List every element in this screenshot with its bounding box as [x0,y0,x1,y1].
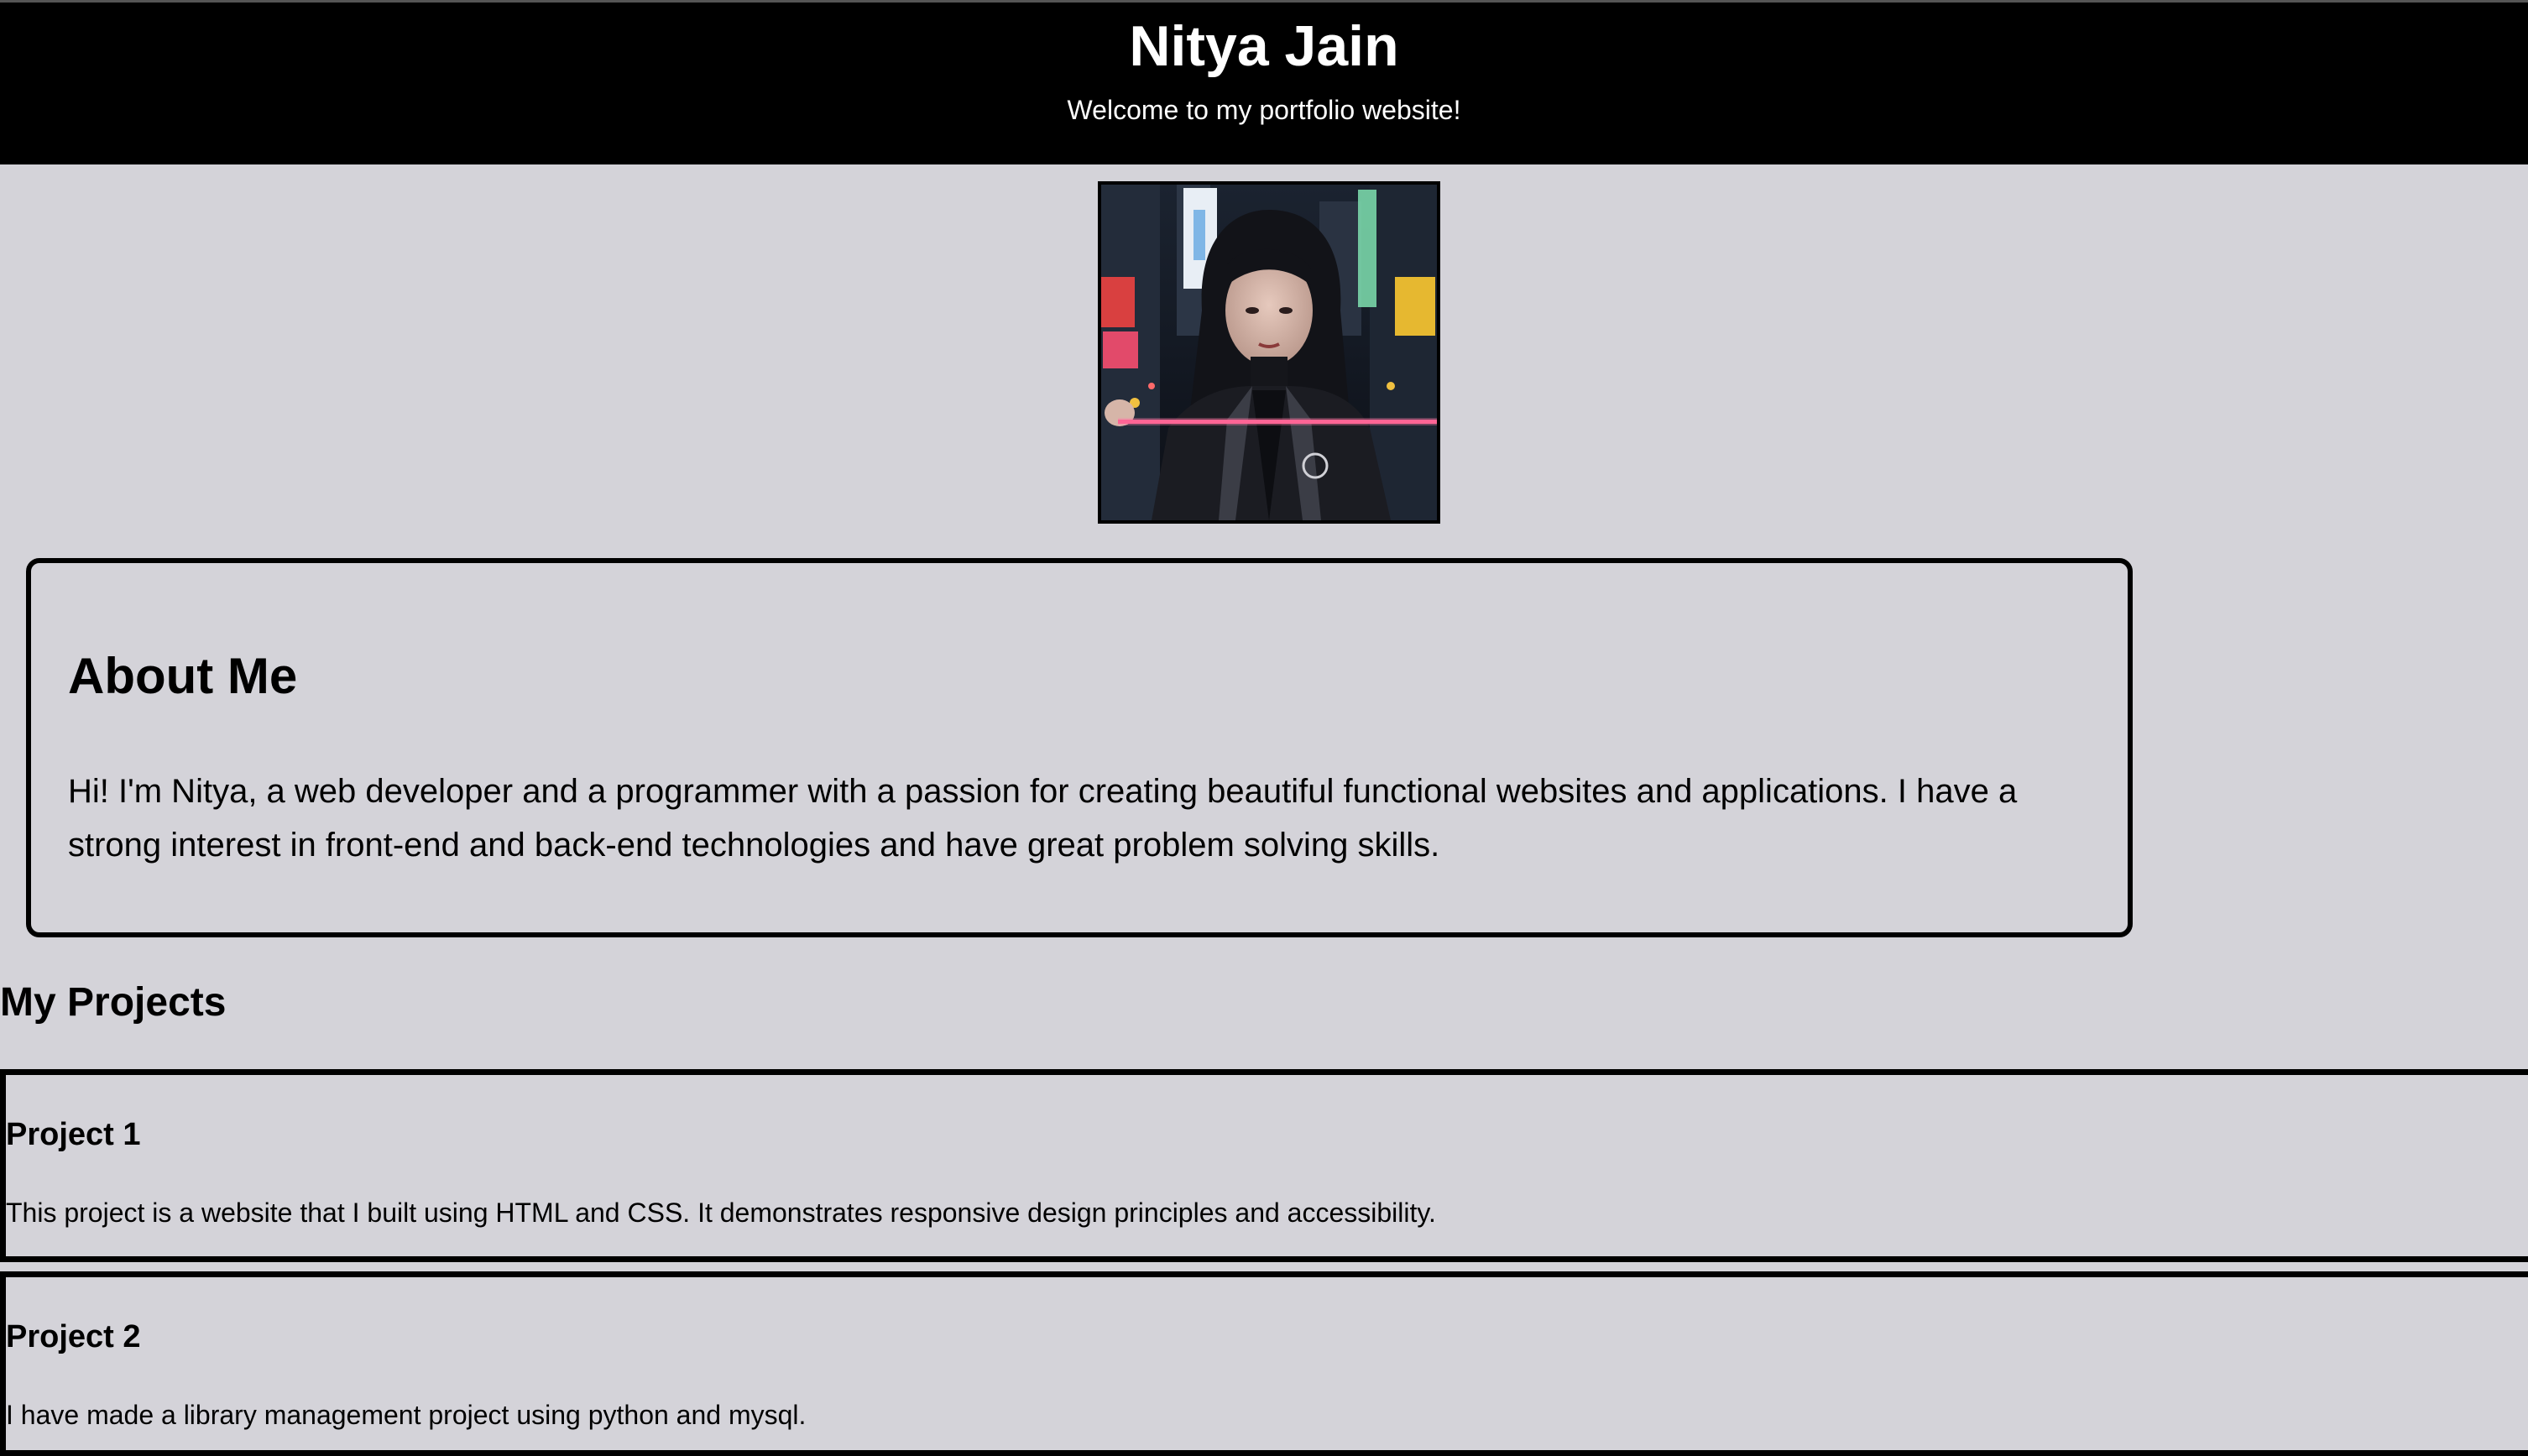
site-header: Nitya Jain Welcome to my portfolio websi… [0,0,2528,164]
about-text: Hi! I'm Nitya, a web developer and a pro… [68,773,2018,864]
project-card: Project 2 I have made a library manageme… [0,1271,2528,1456]
project-description: This project is a website that I built u… [6,1198,1436,1228]
about-heading: About Me [68,648,298,704]
site-tagline: Welcome to my portfolio website! [1067,95,1461,125]
project-title: Project 2 [6,1319,141,1354]
about-section: About Me Hi! I'm Nitya, a web developer … [26,558,2133,937]
project-description: I have made a library management project… [6,1400,807,1430]
profile-photo [1098,181,1440,524]
site-title: Nitya Jain [1129,14,1399,78]
project-title: Project 1 [6,1117,141,1152]
project-card: Project 1 This project is a website that… [0,1069,2528,1262]
projects-heading: My Projects [0,980,227,1025]
profile-photo-image [1101,185,1437,520]
